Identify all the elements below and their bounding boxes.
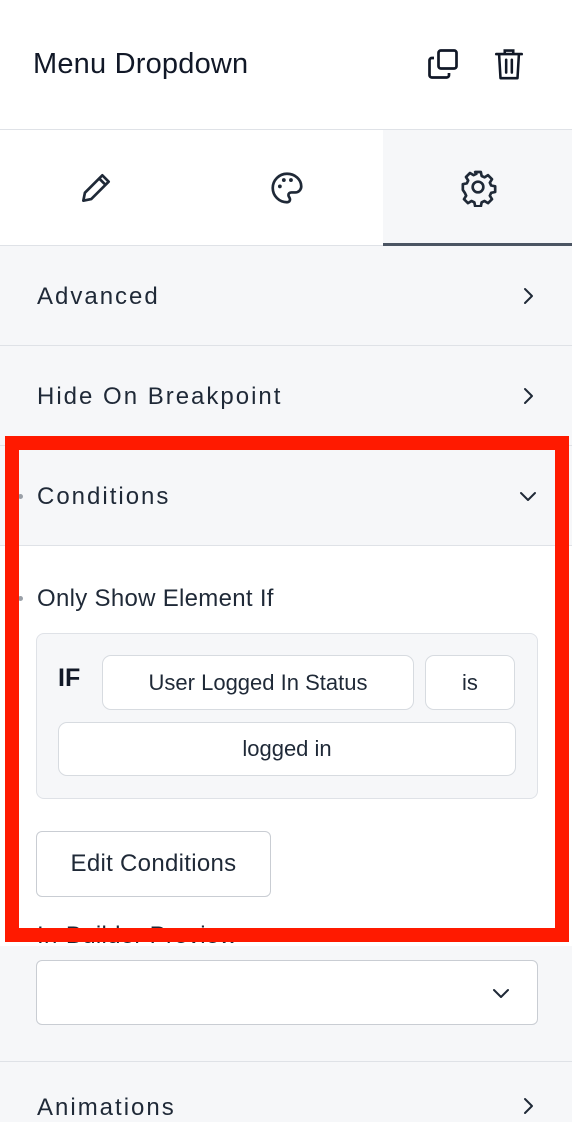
tab-edit[interactable]	[0, 130, 191, 246]
tab-style[interactable]	[191, 130, 383, 246]
panel-title: Menu Dropdown	[33, 48, 249, 80]
highlight-box	[5, 436, 569, 942]
chevron-down-icon	[493, 989, 509, 998]
section-hide-on-breakpoint-label: Hide On Breakpoint	[37, 383, 283, 410]
section-advanced-label: Advanced	[37, 283, 160, 310]
copy-icon	[428, 49, 458, 79]
chevron-right-icon	[524, 1098, 533, 1114]
tab-settings[interactable]	[383, 130, 572, 246]
delete-button[interactable]	[487, 42, 531, 86]
panel-tabs	[0, 130, 572, 246]
section-divider	[0, 1061, 572, 1062]
chevron-right-icon	[524, 288, 533, 304]
palette-icon	[271, 172, 303, 204]
in-builder-preview-select[interactable]	[36, 960, 538, 1025]
section-animations-label[interactable]: Animations	[37, 1094, 176, 1122]
pencil-icon	[81, 173, 110, 203]
gear-icon	[461, 170, 496, 207]
duplicate-button[interactable]	[421, 42, 465, 86]
chevron-right-icon	[524, 388, 533, 404]
trash-icon	[494, 49, 524, 80]
